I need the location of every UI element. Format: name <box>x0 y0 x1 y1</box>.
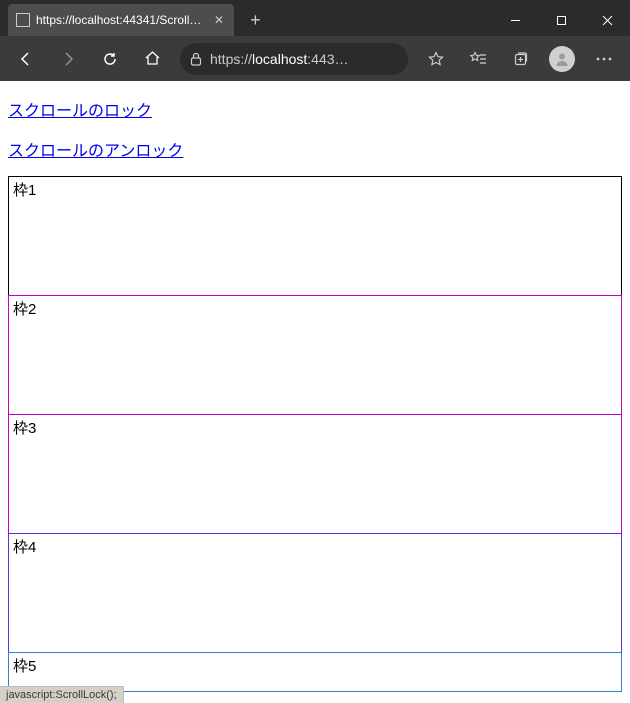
favorites-list-icon[interactable] <box>458 41 498 77</box>
back-button[interactable] <box>6 41 46 77</box>
tab-close-icon[interactable]: ✕ <box>212 13 226 27</box>
url-suffix: :443… <box>307 51 348 67</box>
box-container: 枠1 枠2 枠3 枠4 枠5 <box>8 176 622 692</box>
scroll-lock-link[interactable]: スクロールのロック <box>8 97 152 121</box>
frame-box: 枠1 <box>8 176 622 296</box>
refresh-button[interactable] <box>90 41 130 77</box>
url-host: localhost <box>252 51 307 67</box>
address-url: https://localhost:443… <box>210 51 349 67</box>
page-content: スクロールのロック スクロールのアンロック 枠1 枠2 枠3 枠4 枠5 <box>0 81 630 703</box>
window-maximize-button[interactable] <box>538 4 584 36</box>
more-menu-button[interactable] <box>584 41 624 77</box>
profile-avatar[interactable] <box>542 41 582 77</box>
scroll-unlock-link[interactable]: スクロールのアンロック <box>8 137 183 161</box>
forward-button[interactable] <box>48 41 88 77</box>
url-prefix: https:// <box>210 51 252 67</box>
titlebar: https://localhost:44341/ScrollBlo ✕ + <box>0 0 630 36</box>
favorite-star-icon[interactable] <box>416 41 456 77</box>
frame-box: 枠2 <box>8 295 622 415</box>
window-controls <box>492 4 630 36</box>
browser-chrome: https://localhost:44341/ScrollBlo ✕ + <box>0 0 630 81</box>
window-close-button[interactable] <box>584 4 630 36</box>
avatar-icon <box>549 46 575 72</box>
home-button[interactable] <box>132 41 172 77</box>
lock-icon <box>190 52 202 66</box>
collections-icon[interactable] <box>500 41 540 77</box>
frame-box: 枠3 <box>8 414 622 534</box>
frame-box: 枠4 <box>8 533 622 653</box>
browser-tab[interactable]: https://localhost:44341/ScrollBlo ✕ <box>8 4 234 36</box>
address-bar[interactable]: https://localhost:443… <box>180 43 408 75</box>
page-icon <box>16 13 30 27</box>
browser-toolbar: https://localhost:443… <box>0 36 630 81</box>
window-minimize-button[interactable] <box>492 4 538 36</box>
tab-title: https://localhost:44341/ScrollBlo <box>36 13 206 27</box>
status-bar: javascript:ScrollLock(); <box>0 686 124 703</box>
new-tab-button[interactable]: + <box>240 10 271 31</box>
